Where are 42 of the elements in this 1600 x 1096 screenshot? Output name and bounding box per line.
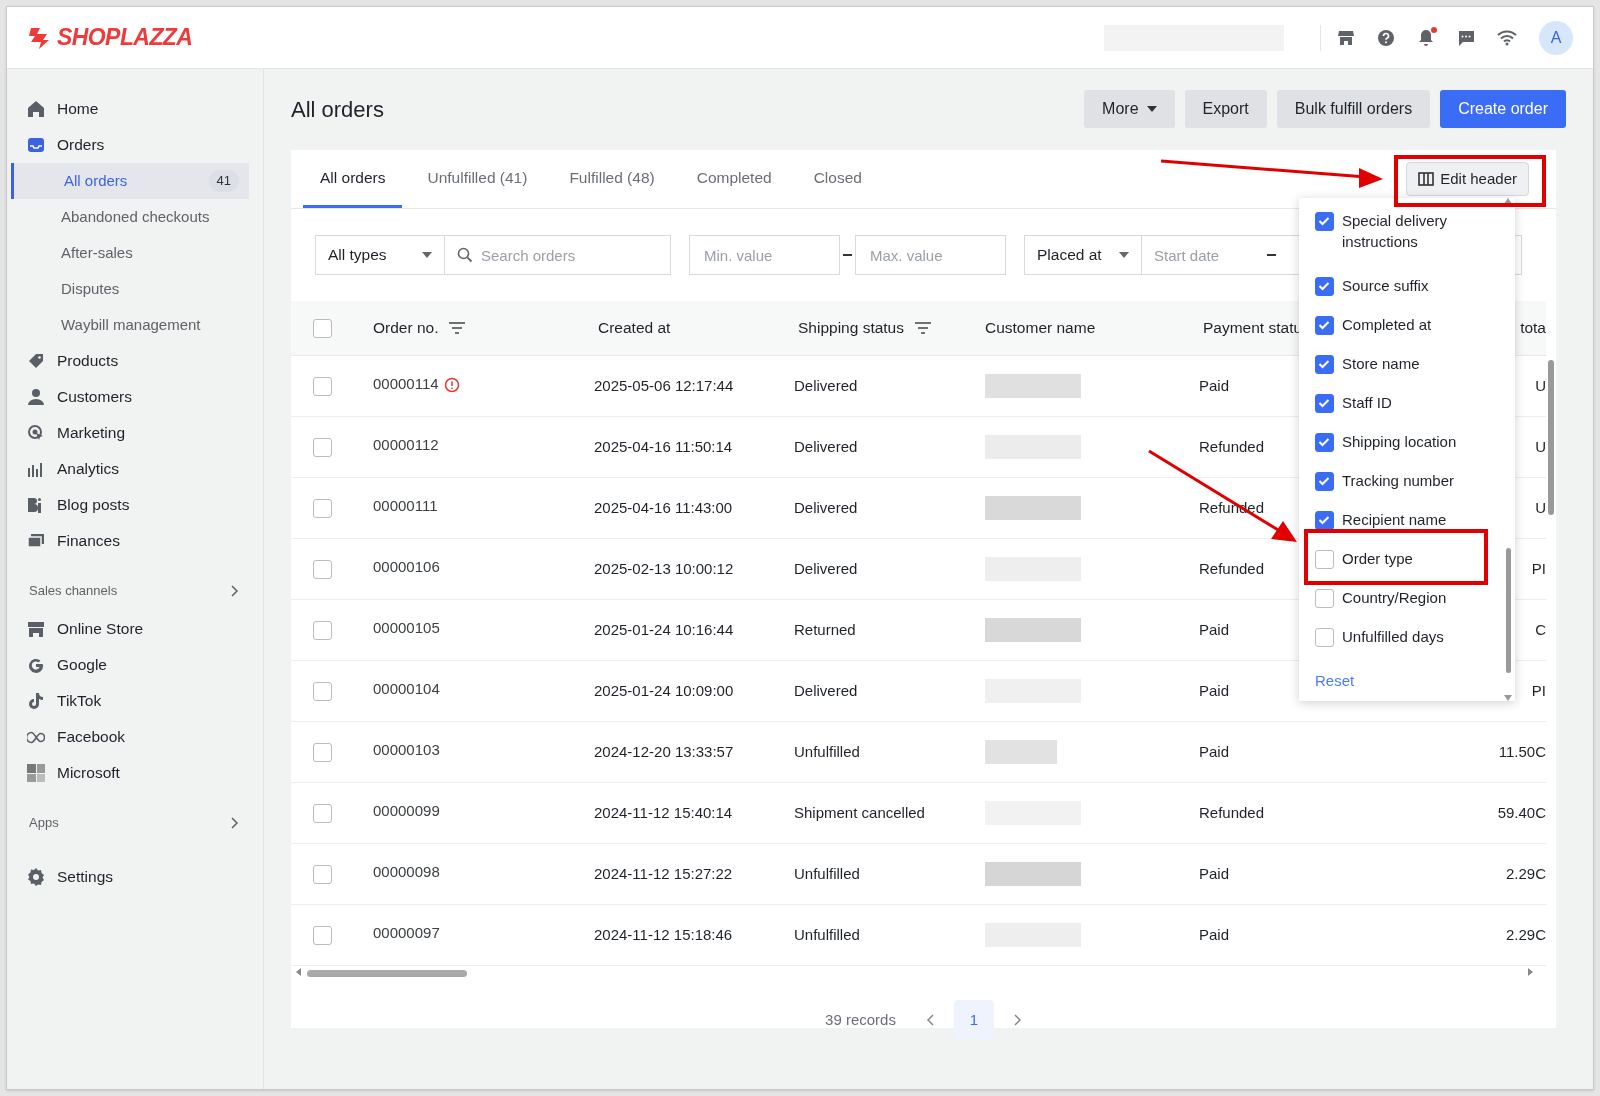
table-cell-text: 2.29C [1505, 924, 1546, 945]
table-cell: Refunded [1199, 560, 1265, 577]
table-cell: Delivered [794, 499, 858, 516]
table-cell: 2024-11-12 15:27:22 [594, 865, 733, 882]
table-cell: Unfulfilled [794, 865, 860, 882]
table-cell: Paid [1199, 377, 1230, 394]
records-count: 39 records [825, 1009, 896, 1030]
table-cell: Paid [1199, 682, 1230, 699]
table-cell-text: 59.40C [1497, 802, 1546, 823]
table-cell: Delivered [794, 560, 858, 577]
table-cell: 2025-01-24 10:09:00 [594, 682, 734, 699]
table-cell: Paid [1199, 621, 1230, 638]
table-cell: Delivered [794, 438, 858, 455]
table-cell: Delivered [794, 377, 858, 394]
table-cell-text: PI [1531, 558, 1546, 579]
table-cell: 2025-01-24 10:16:44 [594, 621, 734, 638]
table-cell: 2025-04-16 11:43:00 [594, 499, 733, 516]
table-cell: Refunded [1199, 438, 1265, 455]
table-cell: Unfulfilled [794, 743, 860, 760]
table-cell-text: 2.29C [1505, 863, 1546, 884]
table-cell: Paid [1199, 926, 1230, 943]
table-cell-text: C [1535, 619, 1546, 640]
table-cell: 2025-05-06 12:17:44 [594, 377, 734, 394]
table-cell: Paid [1199, 865, 1230, 882]
table-cell-text: 11.50C [1498, 741, 1546, 762]
table-cell: 2024-11-12 15:40:14 [594, 804, 733, 821]
table-cell: Shipment cancelled [794, 804, 925, 821]
table-cell: Returned [794, 621, 856, 638]
table-cell: Refunded [1199, 804, 1265, 821]
count-badge: 41 [208, 170, 239, 192]
table-cell: Unfulfilled [794, 926, 860, 943]
table-cell: 2024-11-12 15:18:46 [594, 926, 733, 943]
table-cell: 2025-04-16 11:50:14 [594, 438, 733, 455]
table-cell: 2024-12-20 13:33:57 [594, 743, 734, 760]
table-cell-text: U [1535, 375, 1546, 396]
table-cell-text: PI [1531, 680, 1546, 701]
table-cell-text: U [1535, 436, 1546, 457]
page-title: All orders [291, 95, 384, 124]
table-cell-text: U [1535, 497, 1546, 518]
table-cell: 2025-02-13 10:00:12 [594, 560, 734, 577]
table-cell: Paid [1199, 743, 1230, 760]
table-cell: Delivered [794, 682, 858, 699]
